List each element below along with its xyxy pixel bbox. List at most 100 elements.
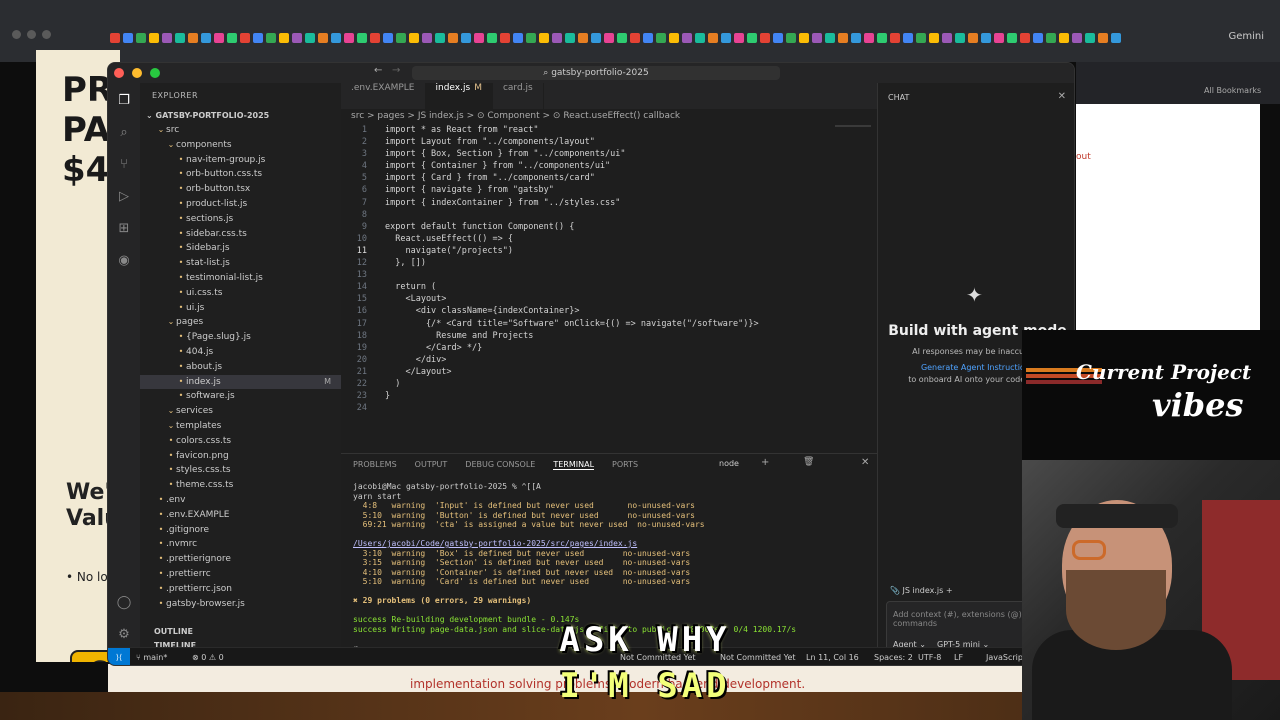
browser-tab-favicon-icon[interactable] xyxy=(487,33,497,43)
panel-tab[interactable]: TERMINAL xyxy=(553,460,595,470)
browser-tab-favicon-icon[interactable] xyxy=(1085,33,1095,43)
browser-tab-favicon-icon[interactable] xyxy=(929,33,939,43)
browser-tab-favicon-icon[interactable] xyxy=(318,33,328,43)
browser-tab-favicon-icon[interactable] xyxy=(630,33,640,43)
explorer-folder[interactable]: ⌄ templates xyxy=(140,419,341,433)
explorer-folder[interactable]: ⌄ src xyxy=(140,123,341,137)
explorer-file[interactable]: • colors.css.ts xyxy=(140,434,341,448)
explorer-file[interactable]: • software.js xyxy=(140,389,341,403)
browser-tab-favicon-icon[interactable] xyxy=(747,33,757,43)
explorer-icon[interactable]: ❐ xyxy=(116,93,132,109)
explorer-file[interactable]: • styles.css.ts xyxy=(140,463,341,477)
browser-tab-favicon-icon[interactable] xyxy=(149,33,159,43)
browser-tab-favicon-icon[interactable] xyxy=(812,33,822,43)
language-mode[interactable]: JavaScript xyxy=(986,653,1026,662)
kill-terminal-icon[interactable]: 🗑 xyxy=(803,457,814,467)
code-line[interactable]: 23} xyxy=(341,391,877,403)
editor-tab[interactable]: .env.EXAMPLE xyxy=(341,83,426,109)
indentation[interactable]: Spaces: 2 xyxy=(874,653,913,662)
browser-tab-favicon-icon[interactable] xyxy=(1033,33,1043,43)
source-control-icon[interactable]: ⑂ xyxy=(116,157,132,173)
context-file-chip[interactable]: 📎 JS index.js + xyxy=(890,586,953,595)
code-line[interactable]: 11 navigate("/projects") xyxy=(341,246,877,258)
browser-tab-favicon-icon[interactable] xyxy=(617,33,627,43)
browser-tab-favicon-icon[interactable] xyxy=(266,33,276,43)
code-line[interactable]: 16 <div className={indexContainer}> xyxy=(341,306,877,318)
browser-tab-favicon-icon[interactable] xyxy=(1098,33,1108,43)
remote-indicator-icon[interactable]: ⟩⟨ xyxy=(108,648,130,665)
browser-tab-favicon-icon[interactable] xyxy=(669,33,679,43)
search-icon[interactable]: ⌕ xyxy=(116,125,132,141)
browser-window-controls[interactable] xyxy=(12,30,51,39)
terminal-shell-label[interactable]: node xyxy=(719,459,739,468)
code-line[interactable]: 8 xyxy=(341,210,877,222)
explorer-file[interactable]: • favicon.png xyxy=(140,449,341,463)
browser-tab-favicon-icon[interactable] xyxy=(643,33,653,43)
browser-tab-favicon-icon[interactable] xyxy=(760,33,770,43)
browser-tab-strip[interactable] xyxy=(110,28,1150,48)
code-line[interactable]: 7 import { indexContainer } from "../styl… xyxy=(341,198,877,210)
browser-tab-favicon-icon[interactable] xyxy=(1007,33,1017,43)
explorer-file[interactable]: • 404.js xyxy=(140,345,341,359)
browser-tab-favicon-icon[interactable] xyxy=(474,33,484,43)
browser-tab-favicon-icon[interactable] xyxy=(968,33,978,43)
browser-tab-favicon-icon[interactable] xyxy=(552,33,562,43)
code-editor[interactable]: 1 import * as React from "react" 2 import L… xyxy=(341,125,877,415)
code-line[interactable]: 5 import { Card } from "../components/car… xyxy=(341,173,877,185)
browser-tab-favicon-icon[interactable] xyxy=(838,33,848,43)
browser-tab-favicon-icon[interactable] xyxy=(994,33,1004,43)
explorer-file[interactable]: • testimonial-list.js xyxy=(140,271,341,285)
code-line[interactable]: 4 import { Container } from "../component… xyxy=(341,161,877,173)
browser-tab-favicon-icon[interactable] xyxy=(292,33,302,43)
line-ending[interactable]: LF xyxy=(954,653,963,662)
browser-tab-favicon-icon[interactable] xyxy=(981,33,991,43)
browser-tab-favicon-icon[interactable] xyxy=(825,33,835,43)
panel-tab[interactable]: OUTPUT xyxy=(415,460,448,470)
browser-tab-favicon-icon[interactable] xyxy=(942,33,952,43)
browser-tab-favicon-icon[interactable] xyxy=(864,33,874,43)
explorer-file[interactable]: • .nvmrc xyxy=(140,537,341,551)
explorer-file[interactable]: • orb-button.tsx xyxy=(140,182,341,196)
explorer-file[interactable]: • product-list.js xyxy=(140,197,341,211)
explorer-file[interactable]: • .prettierignore xyxy=(140,552,341,566)
close-chat-icon[interactable]: ✕ xyxy=(1058,91,1066,102)
branch-indicator[interactable]: ⑂ main* xyxy=(136,653,167,662)
browser-tab-favicon-icon[interactable] xyxy=(526,33,536,43)
browser-tab-favicon-icon[interactable] xyxy=(539,33,549,43)
explorer-file[interactable]: • about.js xyxy=(140,360,341,374)
browser-tab-favicon-icon[interactable] xyxy=(721,33,731,43)
browser-tab-favicon-icon[interactable] xyxy=(877,33,887,43)
code-line[interactable]: 10 React.useEffect(() => { xyxy=(341,234,877,246)
code-line[interactable]: 18 Resume and Projects xyxy=(341,331,877,343)
browser-tab-favicon-icon[interactable] xyxy=(461,33,471,43)
explorer-folder[interactable]: ⌄ pages xyxy=(140,315,341,329)
browser-tab-favicon-icon[interactable] xyxy=(123,33,133,43)
run-debug-icon[interactable]: ▷ xyxy=(116,189,132,205)
browser-tab-favicon-icon[interactable] xyxy=(253,33,263,43)
browser-tab-favicon-icon[interactable] xyxy=(422,33,432,43)
encoding[interactable]: UTF-8 xyxy=(918,653,941,662)
code-line[interactable]: 6 import { navigate } from "gatsby" xyxy=(341,185,877,197)
code-line[interactable]: 12 }, []) xyxy=(341,258,877,270)
all-bookmarks[interactable]: All Bookmarks xyxy=(1204,86,1261,95)
explorer-folder[interactable]: ⌄ components xyxy=(140,138,341,152)
new-terminal-icon[interactable]: + xyxy=(761,457,769,468)
cursor-position[interactable]: Ln 11, Col 16 xyxy=(806,653,859,662)
browser-tab-favicon-icon[interactable] xyxy=(578,33,588,43)
close-window-button[interactable] xyxy=(114,68,124,78)
browser-tab-favicon-icon[interactable] xyxy=(734,33,744,43)
browser-tab-favicon-icon[interactable] xyxy=(513,33,523,43)
browser-tab-favicon-icon[interactable] xyxy=(435,33,445,43)
browser-tab-favicon-icon[interactable] xyxy=(916,33,926,43)
explorer-file[interactable]: • .prettierrc.json xyxy=(140,582,341,596)
minimap[interactable] xyxy=(835,125,871,157)
panel-tab[interactable]: PROBLEMS xyxy=(353,460,397,470)
browser-tab-favicon-icon[interactable] xyxy=(110,33,120,43)
explorer-file[interactable]: • ui.js xyxy=(140,301,341,315)
explorer-file[interactable]: • index.js M xyxy=(140,374,341,389)
workspace-root[interactable]: ⌄ GATSBY-PORTFOLIO-2025 xyxy=(140,109,341,123)
explorer-file[interactable]: • nav-item-group.js xyxy=(140,153,341,167)
command-center-search[interactable]: ⌕ gatsby-portfolio-2025 xyxy=(412,66,780,80)
code-line[interactable]: 15 <Layout> xyxy=(341,294,877,306)
browser-tab-favicon-icon[interactable] xyxy=(344,33,354,43)
